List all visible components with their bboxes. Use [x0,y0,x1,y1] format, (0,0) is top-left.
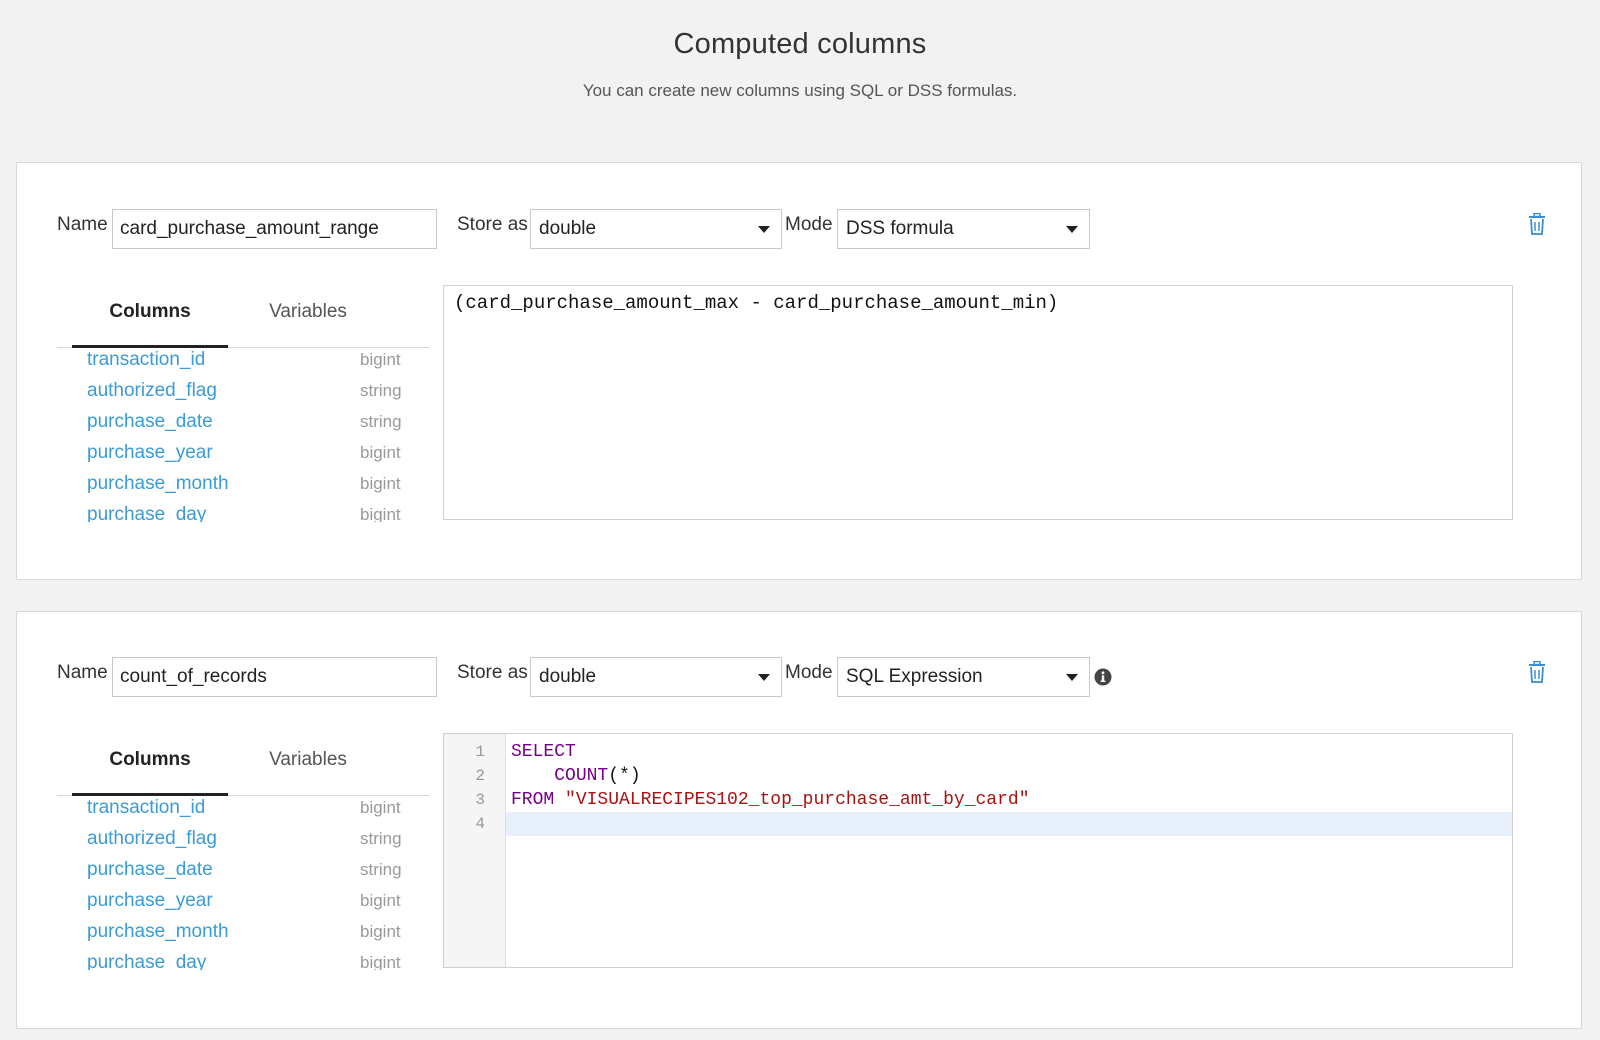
line-number: 1 [475,743,485,761]
column-type: bigint [360,350,401,369]
column-name[interactable]: purchase_month [87,468,229,499]
column-name[interactable]: transaction_id [87,792,205,823]
caret-down-icon [1066,226,1078,233]
column-name[interactable]: purchase_year [87,885,213,916]
tab-columns[interactable]: Columns [72,281,228,348]
store-as-value: double [539,666,597,687]
tab-variables[interactable]: Variables [228,729,388,793]
column-name[interactable]: purchase_day [87,499,206,522]
code-line: FROM "VISUALRECIPES102_top_purchase_amt_… [506,788,1512,812]
list-item[interactable]: purchase_month bigint [87,916,427,947]
mode-select[interactable]: DSS formula [837,209,1090,249]
column-name[interactable]: purchase_year [87,437,213,468]
list-item[interactable]: purchase_day bigint [87,499,427,522]
sql-keyword: FROM [511,790,555,810]
sql-string: "VISUALRECIPES102_top_purchase_amt_by_ca… [565,790,1030,810]
column-name[interactable]: authorized_flag [87,375,217,406]
mode-label: Mode [785,662,833,683]
column-type: bigint [360,474,401,493]
formula-text[interactable]: (card_purchase_amount_max - card_purchas… [454,292,1058,314]
code-area[interactable]: SELECT COUNT(*) FROM "VISUALRECIPES102_t… [506,740,1512,836]
column-name[interactable]: purchase_month [87,916,229,947]
list-item[interactable]: authorized_flag string [87,375,427,406]
mode-value: SQL Expression [846,666,983,687]
column-name[interactable]: transaction_id [87,344,205,375]
store-as-label: Store as [457,214,528,235]
column-type: string [360,860,402,879]
sql-args: (*) [608,766,641,786]
sql-function: COUNT [554,766,609,786]
code-line-active [506,812,1512,836]
column-type: bigint [360,798,401,817]
code-line: COUNT(*) [506,764,1512,788]
list-item[interactable]: transaction_id bigint [87,792,427,823]
column-type: bigint [360,505,401,522]
store-as-value: double [539,218,597,239]
list-item[interactable]: authorized_flag string [87,823,427,854]
column-type: bigint [360,443,401,462]
name-label: Name [57,662,108,683]
column-type: bigint [360,891,401,910]
page-header: Computed columns You can create new colu… [0,0,1600,101]
mode-select[interactable]: SQL Expression [837,657,1090,697]
code-line: SELECT [506,740,1512,764]
column-type: bigint [360,953,401,970]
column-type: string [360,412,402,431]
column-type: string [360,381,402,400]
column-name[interactable]: purchase_date [87,406,213,437]
column-name[interactable]: authorized_flag [87,823,217,854]
list-item[interactable]: purchase_day bigint [87,947,427,970]
column-name-input[interactable] [112,209,437,249]
list-item[interactable]: purchase_year bigint [87,437,427,468]
mode-value: DSS formula [846,218,954,239]
name-label: Name [57,214,108,235]
list-item[interactable]: purchase_date string [87,854,427,885]
store-as-select[interactable]: double [530,209,782,249]
computed-column-card-2: Name Store as double Mode SQL Expression… [16,611,1582,1029]
column-list: transaction_id bigint authorized_flag st… [87,792,427,970]
list-item[interactable]: transaction_id bigint [87,344,427,375]
column-name[interactable]: purchase_date [87,854,213,885]
list-item[interactable]: purchase_month bigint [87,468,427,499]
column-name[interactable]: purchase_day [87,947,206,970]
page-subtitle: You can create new columns using SQL or … [582,81,1018,100]
sql-editor[interactable]: 1 2 3 4 SELECT COUNT(*) FROM "VISUALRECI… [443,733,1513,968]
column-name-input[interactable] [112,657,437,697]
sql-keyword: SELECT [511,742,576,762]
caret-down-icon [1066,674,1078,681]
list-item[interactable]: purchase_date string [87,406,427,437]
column-type: bigint [360,922,401,941]
caret-down-icon [758,674,770,681]
trash-icon[interactable] [1527,661,1547,683]
store-as-select[interactable]: double [530,657,782,697]
column-type: string [360,829,402,848]
formula-editor[interactable]: (card_purchase_amount_max - card_purchas… [443,285,1513,520]
line-number: 2 [475,767,485,785]
line-number-gutter: 1 2 3 4 [444,734,506,967]
column-tabs: Columns Variables [57,729,429,796]
trash-icon[interactable] [1527,213,1547,235]
store-as-label: Store as [457,662,528,683]
info-icon[interactable] [1094,668,1112,686]
line-number: 4 [475,815,485,833]
line-number: 3 [475,791,485,809]
column-list: transaction_id bigint authorized_flag st… [87,344,427,522]
computed-column-card-1: Name Store as double Mode DSS formula Co… [16,162,1582,580]
tab-variables[interactable]: Variables [228,281,388,345]
column-tabs: Columns Variables [57,281,429,348]
mode-label: Mode [785,214,833,235]
caret-down-icon [758,226,770,233]
tab-columns[interactable]: Columns [72,729,228,796]
page-title: Computed columns [673,28,927,60]
list-item[interactable]: purchase_year bigint [87,885,427,916]
